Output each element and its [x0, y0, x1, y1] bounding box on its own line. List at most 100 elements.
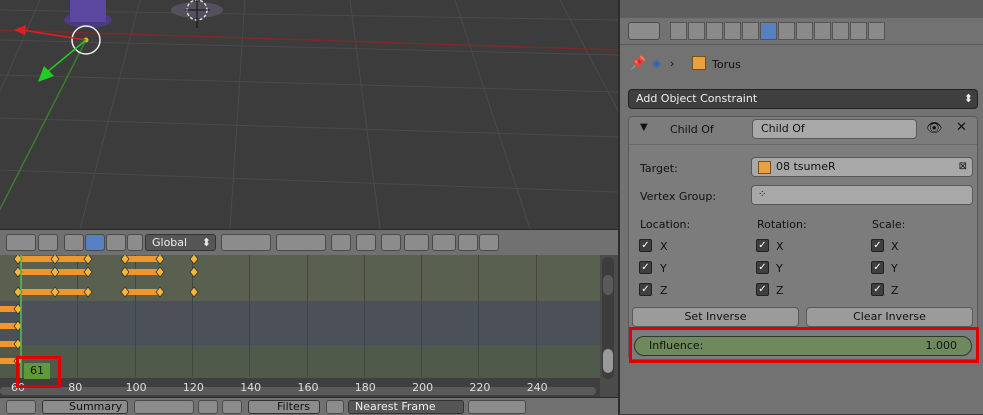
world-tab-icon[interactable] — [724, 22, 741, 40]
constraints-tab-icon[interactable] — [760, 22, 777, 40]
shading-mode-button[interactable] — [6, 234, 36, 251]
transform-orientation-select[interactable]: Global ⬍ — [145, 234, 216, 251]
constraint-name-field[interactable]: Child Of — [752, 119, 917, 139]
manipulator-toggle-icon[interactable] — [64, 234, 84, 251]
filters-label: Filters — [277, 400, 310, 413]
frame-tick-label: 140 — [240, 381, 262, 394]
vertex-group-label: Vertex Group: — [640, 190, 717, 203]
scene-icon: ◈ — [652, 56, 662, 70]
properties-top-strip — [620, 0, 983, 18]
frame-tick-label: 200 — [412, 381, 434, 394]
rotation-y-checkbox[interactable]: ✓ — [756, 261, 769, 274]
rotation-z-label: Z — [776, 284, 784, 297]
set-inverse-button[interactable]: Set Inverse — [632, 307, 799, 327]
search-icon[interactable] — [222, 400, 242, 414]
target-value: 08 tsumeR — [776, 160, 836, 173]
scale-manipulator-icon[interactable] — [127, 234, 143, 251]
frame-tick-label: 120 — [182, 381, 204, 394]
eye-visibility-icon[interactable]: 👁 — [926, 121, 943, 136]
location-z-checkbox[interactable]: ✓ — [639, 283, 652, 296]
render-layers-icon[interactable] — [356, 234, 376, 251]
editor-type-icon[interactable] — [628, 22, 660, 40]
clear-field-icon[interactable]: ⊠ — [959, 158, 967, 176]
opengl-animation-icon[interactable] — [479, 234, 499, 251]
material-tab-icon[interactable] — [814, 22, 831, 40]
keyframes-layer — [0, 255, 199, 385]
scale-label: Scale: — [872, 218, 906, 231]
pivot-icon[interactable] — [38, 234, 58, 251]
snap-target-icon[interactable] — [432, 234, 456, 251]
location-y-checkbox[interactable]: ✓ — [639, 261, 652, 274]
scale-x-label: X — [891, 240, 899, 253]
rotation-label: Rotation: — [757, 218, 807, 231]
layer-buttons-group-2[interactable] — [276, 234, 326, 251]
data-tab-icon[interactable] — [796, 22, 813, 40]
constraint-type-label: Child Of — [670, 123, 714, 136]
vertical-scrollbar-thumb[interactable] — [603, 349, 613, 373]
modifiers-tab-icon[interactable] — [778, 22, 795, 40]
copy-paste-buttons[interactable] — [468, 400, 526, 414]
frame-tick-label: 100 — [125, 381, 147, 394]
snap-element-icon[interactable] — [404, 234, 429, 251]
properties-editor: 📌 ◈ › Torus Add Object Constraint ⬍ ▼ Ch… — [618, 0, 983, 414]
rotation-z-checkbox[interactable]: ✓ — [756, 283, 769, 296]
add-channel-button[interactable] — [603, 275, 613, 295]
clear-inverse-button[interactable]: Clear Inverse — [806, 307, 973, 327]
rotate-manipulator-icon[interactable] — [106, 234, 126, 251]
object-cube-icon — [758, 161, 771, 174]
keyframe-bars — [0, 256, 161, 364]
particles-tab-icon[interactable] — [850, 22, 867, 40]
filters-toggle[interactable]: Filters — [248, 400, 320, 414]
current-frame-highlight-box — [16, 356, 61, 388]
location-y-label: Y — [660, 262, 667, 275]
3d-viewport[interactable] — [0, 0, 618, 229]
influence-highlight-box — [629, 327, 979, 363]
physics-tab-icon[interactable] — [868, 22, 885, 40]
scale-y-label: Y — [891, 262, 898, 275]
dopesheet-footer: Summary Filters Nearest Frame — [0, 397, 618, 415]
scene-tab-icon[interactable] — [706, 22, 723, 40]
mode-select-value: Summary — [69, 400, 123, 413]
auto-snap-icon[interactable] — [326, 400, 344, 414]
render-layers-tab-icon[interactable] — [688, 22, 705, 40]
object-cube-icon — [692, 56, 706, 70]
rotation-x-label: X — [776, 240, 784, 253]
target-field[interactable]: 08 tsumeR ⊠ — [751, 157, 973, 177]
location-z-label: Z — [660, 284, 668, 297]
translate-manipulator-icon[interactable] — [85, 234, 105, 251]
texture-tab-icon[interactable] — [832, 22, 849, 40]
vertex-group-icon: ⁘ — [758, 189, 767, 200]
viewport-header: Global ⬍ — [0, 229, 618, 256]
mode-select[interactable]: Summary — [42, 400, 128, 414]
opengl-render-icon[interactable] — [458, 234, 478, 251]
scale-x-checkbox[interactable]: ✓ — [871, 239, 884, 252]
layer-buttons-group-1[interactable] — [221, 234, 271, 251]
lock-layers-icon[interactable] — [331, 234, 351, 251]
object-tab-icon[interactable] — [742, 22, 759, 40]
snap-select[interactable]: Nearest Frame — [348, 400, 464, 414]
scale-z-checkbox[interactable]: ✓ — [871, 283, 884, 296]
frame-tick-label: 80 — [68, 381, 83, 394]
add-object-constraint-select[interactable]: Add Object Constraint ⬍ — [628, 89, 978, 109]
editor-type-icon[interactable] — [6, 400, 36, 414]
vertex-group-field[interactable]: ⁘ — [751, 185, 973, 205]
select-arrows-icon: ⬍ — [963, 92, 973, 105]
pin-icon[interactable]: 📌 — [630, 56, 646, 71]
viewport-grid — [0, 0, 618, 229]
location-x-label: X — [660, 240, 668, 253]
collapse-triangle-icon[interactable]: ▼ — [640, 122, 648, 133]
add-constraint-label: Add Object Constraint — [636, 92, 758, 105]
breadcrumb-object-name: Torus — [712, 58, 741, 71]
delete-constraint-icon[interactable]: ✕ — [956, 120, 967, 135]
rotation-y-label: Y — [776, 262, 783, 275]
render-tab-icon[interactable] — [670, 22, 687, 40]
location-label: Location: — [640, 218, 691, 231]
rotation-x-checkbox[interactable]: ✓ — [756, 239, 769, 252]
proportional-edit-icon[interactable] — [381, 234, 401, 251]
selection-tools-icons[interactable] — [134, 400, 194, 414]
scale-y-checkbox[interactable]: ✓ — [871, 261, 884, 274]
filter-icon[interactable] — [198, 400, 218, 414]
dopesheet-editor[interactable]: 61 — [0, 255, 618, 397]
location-x-checkbox[interactable]: ✓ — [639, 239, 652, 252]
frame-tick-label: 180 — [354, 381, 376, 394]
